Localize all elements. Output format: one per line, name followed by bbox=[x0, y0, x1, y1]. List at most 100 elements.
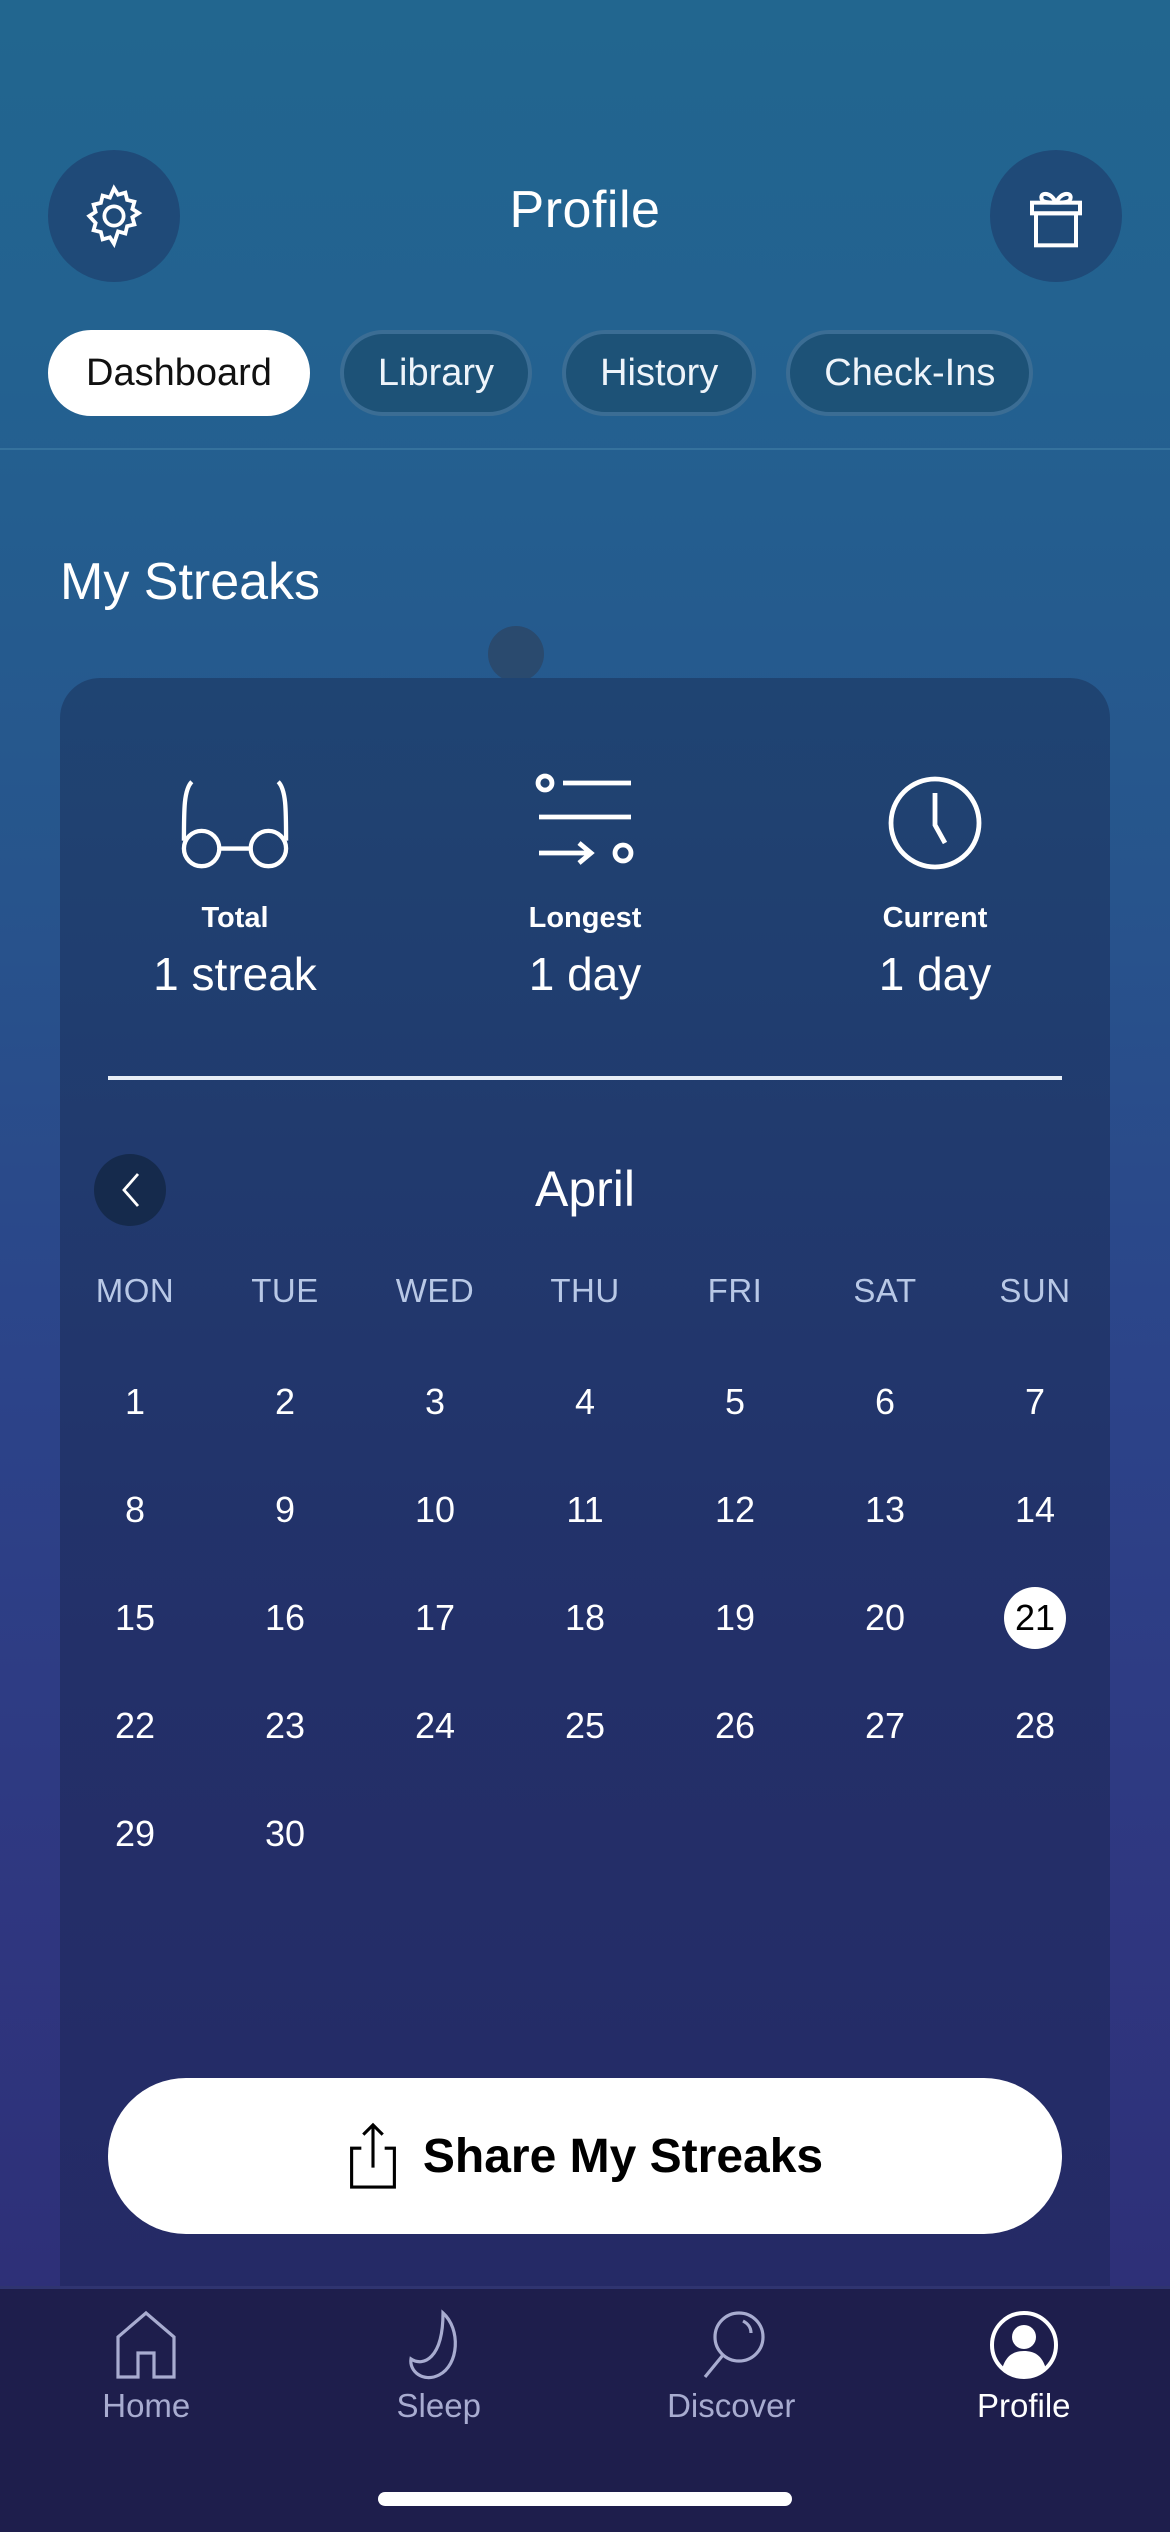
tabbar-label: Discover bbox=[667, 2387, 796, 2424]
stat-value: 1 streak bbox=[153, 948, 317, 1000]
weekday-label: TUE bbox=[251, 1272, 319, 1309]
calendar-day[interactable]: 18 bbox=[510, 1564, 660, 1672]
share-streaks-button[interactable]: Share My Streaks bbox=[108, 2078, 1062, 2234]
moon-icon bbox=[409, 2309, 457, 2380]
calendar-day[interactable]: 15 bbox=[60, 1564, 210, 1672]
day-number: 15 bbox=[114, 1597, 156, 1638]
tab-history[interactable]: History bbox=[562, 330, 757, 416]
day-number: 12 bbox=[714, 1489, 756, 1530]
glasses-icon bbox=[180, 768, 290, 878]
day-number: 27 bbox=[864, 1705, 906, 1746]
calendar-day[interactable]: 11 bbox=[510, 1456, 660, 1564]
calendar-day-today[interactable]: 21 bbox=[960, 1564, 1110, 1672]
calendar-day[interactable]: 1 bbox=[60, 1348, 210, 1456]
calendar-day[interactable]: 7 bbox=[960, 1348, 1110, 1456]
header: Profile Dashboard Library History Check-… bbox=[0, 0, 1170, 450]
day-number: 17 bbox=[414, 1597, 456, 1638]
calendar-day[interactable]: 24 bbox=[360, 1672, 510, 1780]
profile-icon bbox=[989, 2311, 1058, 2379]
day-number: 18 bbox=[564, 1597, 606, 1638]
weekday-label: SAT bbox=[853, 1272, 917, 1309]
calendar-day[interactable]: 17 bbox=[360, 1564, 510, 1672]
calendar-day[interactable]: 5 bbox=[660, 1348, 810, 1456]
calendar-day[interactable]: 28 bbox=[960, 1672, 1110, 1780]
day-number: 22 bbox=[114, 1705, 156, 1746]
day-number: 30 bbox=[264, 1813, 306, 1854]
stat-label: Total bbox=[201, 902, 269, 934]
tab-label: Check-Ins bbox=[824, 351, 996, 394]
calendar-day[interactable]: 10 bbox=[360, 1456, 510, 1564]
tabbar-home[interactable]: Home bbox=[0, 2289, 293, 2459]
calendar-day[interactable]: 27 bbox=[810, 1672, 960, 1780]
calendar-day[interactable]: 22 bbox=[60, 1672, 210, 1780]
month-title: April bbox=[534, 1161, 636, 1217]
calendar-day[interactable]: 25 bbox=[510, 1672, 660, 1780]
share-label: Share My Streaks bbox=[422, 2129, 824, 2183]
tabbar-discover[interactable]: Discover bbox=[585, 2289, 878, 2459]
calendar-day[interactable]: 19 bbox=[660, 1564, 810, 1672]
tab-dashboard[interactable]: Dashboard bbox=[48, 330, 310, 416]
day-number: 9 bbox=[274, 1489, 296, 1530]
tab-check-ins[interactable]: Check-Ins bbox=[786, 330, 1034, 416]
day-number: 5 bbox=[724, 1381, 746, 1422]
day-number: 4 bbox=[574, 1381, 596, 1422]
day-number: 29 bbox=[114, 1813, 156, 1854]
day-number: 3 bbox=[424, 1381, 446, 1422]
calendar-day[interactable]: 4 bbox=[510, 1348, 660, 1456]
day-number: 7 bbox=[1024, 1381, 1046, 1422]
day-number: 14 bbox=[1014, 1489, 1056, 1530]
stats-divider bbox=[108, 1076, 1062, 1080]
weekday-label: THU bbox=[550, 1272, 620, 1309]
day-number: 11 bbox=[566, 1489, 604, 1530]
day-number: 19 bbox=[714, 1597, 756, 1638]
share-icon bbox=[349, 2122, 396, 2189]
stat-label: Longest bbox=[528, 902, 642, 934]
calendar-day[interactable]: 9 bbox=[210, 1456, 360, 1564]
weekday-header: MON TUE WED THU FRI SAT SUN bbox=[60, 1272, 1110, 1310]
calendar-day[interactable]: 30 bbox=[210, 1780, 360, 1888]
tab-label: Dashboard bbox=[86, 351, 272, 394]
header-divider bbox=[0, 448, 1170, 450]
day-number: 2 bbox=[274, 1381, 296, 1422]
calendar-day[interactable]: 26 bbox=[660, 1672, 810, 1780]
segment-tabs: Dashboard Library History Check-Ins bbox=[48, 330, 1034, 416]
section-title: My Streaks bbox=[60, 553, 321, 611]
calendar-day[interactable]: 8 bbox=[60, 1456, 210, 1564]
tab-label: Library bbox=[377, 351, 495, 394]
calendar-grid: 1 2 3 4 5 6 7 8 9 10 11 12 13 14 15 16 17 18 19 20 21 22 23 24 2… bbox=[60, 1348, 1110, 1888]
stat-current: Current 1 day bbox=[760, 768, 1110, 1001]
gift-button[interactable] bbox=[990, 150, 1122, 282]
list-arrow-icon bbox=[530, 768, 640, 878]
day-number: 25 bbox=[564, 1705, 606, 1746]
tab-label: History bbox=[600, 351, 719, 394]
decorative-dot bbox=[488, 626, 544, 682]
stat-longest: Longest 1 day bbox=[410, 768, 760, 1001]
calendar-day[interactable]: 16 bbox=[210, 1564, 360, 1672]
tabbar-label: Sleep bbox=[396, 2387, 481, 2424]
tabbar-label: Home bbox=[102, 2387, 191, 2424]
day-number: 13 bbox=[864, 1489, 906, 1530]
day-number: 1 bbox=[124, 1381, 146, 1422]
calendar-day[interactable]: 6 bbox=[810, 1348, 960, 1456]
day-number: 24 bbox=[414, 1705, 456, 1746]
day-number: 10 bbox=[414, 1489, 456, 1530]
stat-total: Total 1 streak bbox=[60, 768, 410, 1001]
calendar-day[interactable]: 2 bbox=[210, 1348, 360, 1456]
calendar-day[interactable]: 14 bbox=[960, 1456, 1110, 1564]
tabbar-sleep[interactable]: Sleep bbox=[293, 2289, 586, 2459]
calendar-day[interactable]: 3 bbox=[360, 1348, 510, 1456]
day-number: 26 bbox=[714, 1705, 756, 1746]
calendar-day[interactable]: 12 bbox=[660, 1456, 810, 1564]
calendar-day[interactable]: 29 bbox=[60, 1780, 210, 1888]
home-indicator[interactable] bbox=[378, 2492, 792, 2506]
gift-icon bbox=[1030, 191, 1082, 248]
day-number: 21 bbox=[1004, 1587, 1066, 1649]
calendar-day[interactable]: 23 bbox=[210, 1672, 360, 1780]
tabbar-profile[interactable]: Profile bbox=[878, 2289, 1170, 2459]
tab-library[interactable]: Library bbox=[339, 330, 533, 416]
calendar-day[interactable]: 13 bbox=[810, 1456, 960, 1564]
streak-stats: Total 1 streak Longest 1 day Current 1 d… bbox=[60, 768, 1110, 1001]
streaks-card: Total 1 streak Longest 1 day Current 1 d… bbox=[60, 678, 1110, 2298]
calendar-day[interactable]: 20 bbox=[810, 1564, 960, 1672]
day-number: 16 bbox=[264, 1597, 306, 1638]
